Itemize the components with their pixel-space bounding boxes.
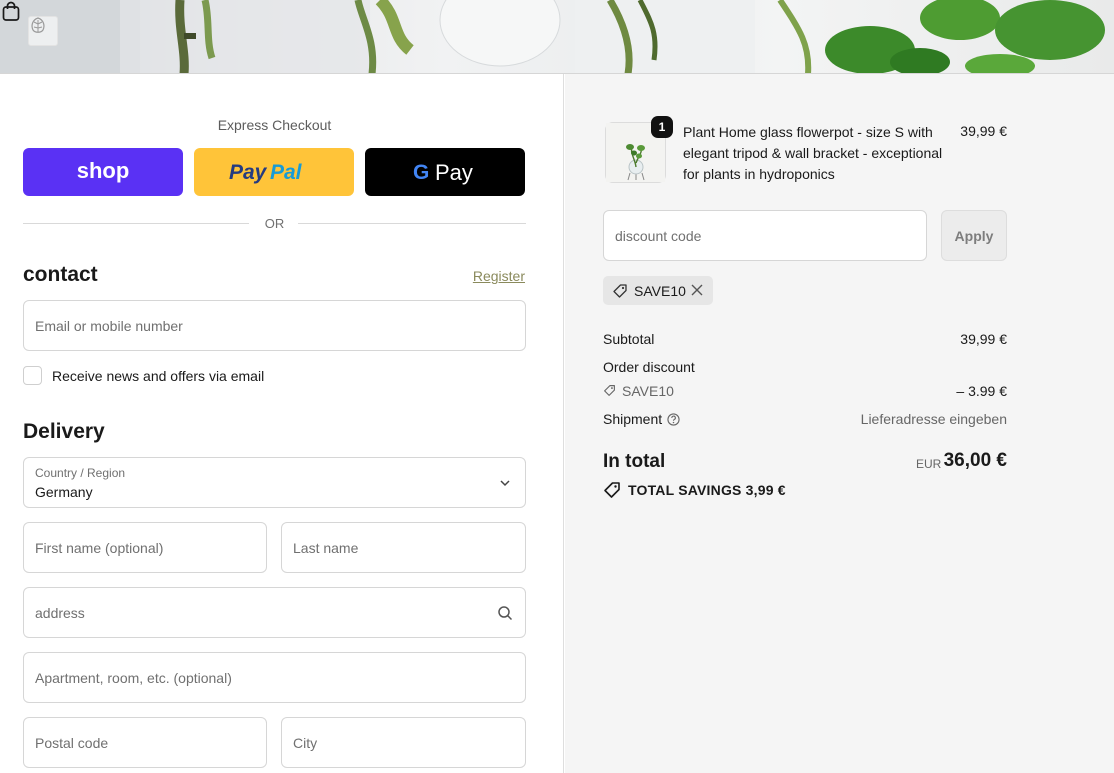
discount-code-name: SAVE10 (622, 383, 674, 399)
search-icon (498, 606, 513, 621)
quantity-badge: 1 (651, 116, 673, 138)
total-value: 36,00 € (943, 450, 1007, 471)
shipment-value: Lieferadresse eingeben (860, 411, 1007, 427)
order-discount-row: Order discount (603, 359, 1007, 375)
product-name: Plant Home glass flowerpot - size S with… (683, 124, 943, 182)
or-divider: OR (23, 215, 526, 233)
apply-discount-button[interactable]: Apply (941, 210, 1007, 261)
svg-text:Pay: Pay (229, 161, 268, 184)
first-name-placeholder: First name (optional) (35, 540, 164, 556)
register-link[interactable]: Register (473, 268, 525, 284)
postal-code-field[interactable]: Postal code (23, 717, 267, 768)
country-label: Country / Region (35, 466, 126, 480)
discount-value: – 3.99 € (956, 383, 1007, 399)
address-field[interactable]: address (23, 587, 526, 638)
total-currency: EUR (916, 457, 942, 471)
google-pay-button[interactable]: G Pay (365, 148, 525, 196)
apartment-placeholder: Apartment, room, etc. (optional) (35, 670, 232, 686)
last-name-field[interactable]: Last name (281, 522, 526, 573)
savings-label: TOTAL SAVINGS (628, 482, 742, 498)
shipment-row: Shipment Lieferadresse eingeben (603, 411, 1007, 427)
header-banner (0, 0, 1114, 74)
contact-heading: contact (23, 263, 98, 286)
savings-tag-icon (604, 482, 620, 498)
or-label: OR (264, 216, 285, 231)
google-pay-logo-icon: G Pay (413, 160, 473, 185)
tag-icon (604, 385, 615, 396)
address-placeholder: address (35, 605, 85, 621)
chevron-down-icon (500, 480, 510, 487)
apartment-field[interactable]: Apartment, room, etc. (optional) (23, 652, 526, 703)
shopping-bag-icon[interactable] (0, 0, 22, 22)
paypal-logo-icon: Pay Pal (229, 161, 303, 184)
newsletter-label: Receive news and offers via email (52, 368, 265, 384)
discount-code-field[interactable]: discount code (603, 210, 927, 261)
express-checkout-label: Express Checkout (217, 117, 332, 133)
paypal-button[interactable]: Pay Pal (194, 148, 354, 196)
discount-code-placeholder: discount code (615, 228, 702, 244)
svg-text:Pay: Pay (435, 160, 473, 185)
last-name-placeholder: Last name (293, 540, 359, 556)
svg-text:shop: shop (77, 160, 130, 183)
postal-code-placeholder: Postal code (35, 735, 109, 751)
svg-text:G: G (413, 161, 429, 184)
subtotal-row: Subtotal 39,99 € (603, 331, 1007, 347)
monstera-leaf-logo (31, 17, 45, 33)
store-logo[interactable] (28, 16, 58, 46)
order-summary-column: 1 Plant Home glass flowerpot - size S wi… (565, 74, 1114, 773)
newsletter-checkbox[interactable] (23, 366, 42, 385)
country-value: Germany (35, 484, 93, 500)
applied-code-chip: SAVE10 (603, 276, 713, 305)
applied-code-text: SAVE10 (634, 283, 686, 299)
delivery-heading: Delivery (23, 420, 105, 443)
remove-code-icon[interactable] (690, 283, 704, 297)
city-field[interactable]: City (281, 717, 526, 768)
shipment-label: Shipment (603, 411, 663, 427)
shop-pay-button[interactable]: shop (23, 148, 183, 196)
tag-icon (613, 284, 627, 298)
city-placeholder: City (293, 735, 318, 751)
savings-value: 3,99 € (745, 482, 786, 498)
shop-pay-logo-icon: shop (77, 160, 130, 183)
checkout-form-column: Express Checkout shop Pay Pal G Pay OR c… (0, 74, 564, 773)
subtotal-value: 39,99 € (960, 331, 1007, 347)
email-placeholder: Email or mobile number (35, 318, 183, 334)
order-discount-label: Order discount (603, 359, 695, 375)
total-label: In total (603, 451, 666, 472)
subtotal-label: Subtotal (603, 331, 655, 347)
first-name-field[interactable]: First name (optional) (23, 522, 267, 573)
product-price: 39,99 € (960, 123, 1007, 139)
email-field[interactable]: Email or mobile number (23, 300, 526, 351)
svg-text:Pal: Pal (270, 161, 303, 184)
help-icon[interactable] (667, 413, 680, 426)
plant-banner-image (0, 0, 1105, 73)
country-select[interactable]: Country / Region Germany (23, 457, 526, 508)
